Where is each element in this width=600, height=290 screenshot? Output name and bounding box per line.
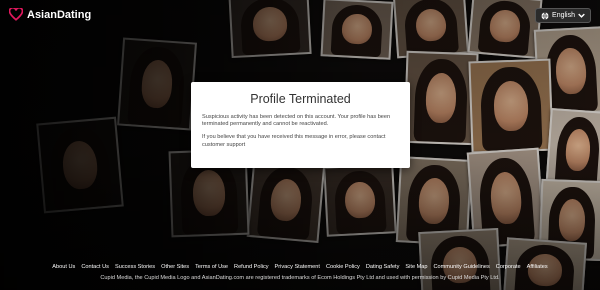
profile-terminated-dialog: Profile Terminated Suspicious activity h… (191, 82, 410, 168)
language-selector[interactable]: English (535, 8, 591, 23)
contact-prefix: If you believe that you have received th… (202, 134, 368, 141)
heart-logo-icon (9, 8, 23, 21)
trademark-notice: Cupid Media, the Cupid Media Logo and As… (100, 275, 500, 281)
language-label: English (552, 12, 575, 19)
chevron-down-icon (578, 13, 585, 18)
contact-message: If you believe that you have received th… (202, 134, 399, 148)
footer-link-cookie-policy[interactable]: Cookie Policy (326, 264, 360, 270)
footer-link-community-guidelines[interactable]: Community Guidelines (434, 264, 490, 270)
footer-nav: About Us Contact Us Success Stories Othe… (0, 264, 600, 270)
footer-link-affiliates[interactable]: Affiliates (527, 264, 548, 270)
footer-link-success-stories[interactable]: Success Stories (115, 264, 155, 270)
footer-link-about-us[interactable]: About Us (52, 264, 75, 270)
footer-link-terms-of-use[interactable]: Terms of Use (195, 264, 228, 270)
dialog-title: Profile Terminated (250, 92, 351, 106)
brand-name: AsianDating (27, 8, 92, 21)
footer-link-site-map[interactable]: Site Map (405, 264, 427, 270)
footer-link-other-sites[interactable]: Other Sites (161, 264, 189, 270)
termination-message: Suspicious activity has been detected on… (202, 114, 391, 128)
globe-icon (541, 11, 549, 20)
site-logo[interactable]: AsianDating (9, 8, 91, 21)
footer-link-corporate[interactable]: Corporate (496, 264, 521, 270)
footer-link-refund-policy[interactable]: Refund Policy (234, 264, 269, 270)
footer-link-privacy-statement[interactable]: Privacy Statement (275, 264, 320, 270)
footer-link-contact-us[interactable]: Contact Us (81, 264, 109, 270)
footer-link-dating-safety[interactable]: Dating Safety (366, 264, 400, 270)
